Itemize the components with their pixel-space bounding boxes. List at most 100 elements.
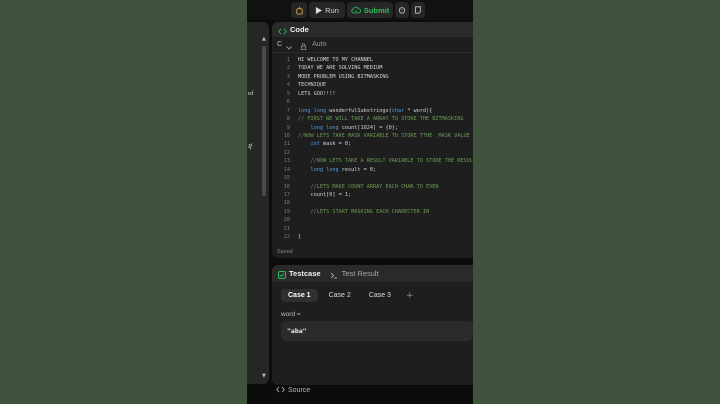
code-line[interactable]: 20 [272, 216, 473, 224]
submit-button[interactable]: Submit [347, 2, 393, 18]
description-fragment: If [248, 143, 252, 150]
line-number: 16 [283, 183, 290, 190]
line-number: 10 [283, 132, 290, 139]
testcase-header: Testcase Test Result [272, 265, 473, 282]
line-text: MODE PROBLEM USING BITMASKING [298, 73, 389, 80]
description-scrollbar[interactable]: ▲ ▼ [261, 36, 267, 381]
add-case-icon[interactable]: + [406, 291, 414, 301]
code-line[interactable]: 4 TECHNIQUE [272, 81, 473, 89]
code-line[interactable]: 15 [272, 174, 473, 182]
line-text: // FIRST WE WILL TAKE A ARRAY TO STORE T… [298, 116, 464, 123]
chevron-down-icon[interactable] [286, 35, 292, 54]
code-line[interactable]: 17 count[0] = 1; [272, 191, 473, 199]
submit-label: Submit [363, 5, 390, 15]
line-number: 8 [286, 116, 290, 123]
cloud-upload-icon [351, 6, 361, 14]
code-toolbar: C Auto [272, 37, 473, 53]
code-editor[interactable]: 1 HI WELCOME TO MY CHANNEL 2 TODAY WE ARE S… [272, 56, 473, 242]
scroll-down-icon[interactable]: ▼ [262, 373, 266, 379]
source-bar[interactable]: Source [276, 384, 310, 396]
code-line[interactable]: 21 [272, 225, 473, 233]
line-text: LETS GOO!!!! [298, 90, 336, 97]
line-number: 12 [283, 149, 290, 156]
line-number: 15 [283, 175, 290, 182]
line-number: 5 [286, 90, 290, 97]
code-brackets-icon [276, 386, 285, 395]
description-fragment: of [248, 90, 254, 97]
notes-button[interactable] [411, 2, 425, 18]
case-tab-3[interactable]: Case 3 [362, 289, 398, 302]
lock-icon [300, 35, 307, 54]
code-line[interactable]: 19 //LETS START MASKING EACH CHARECTER I… [272, 208, 473, 216]
play-icon [315, 6, 323, 14]
scroll-up-icon[interactable]: ▲ [262, 36, 266, 42]
code-line[interactable]: 22} [272, 233, 473, 241]
line-number: 18 [283, 200, 290, 207]
line-text: } [298, 234, 302, 241]
line-number: 9 [286, 124, 290, 131]
timer-button[interactable] [395, 2, 409, 18]
line-number: 6 [286, 99, 290, 106]
tab-test-result[interactable]: Test Result [342, 269, 379, 278]
line-number: 4 [286, 82, 290, 89]
line-number: 2 [286, 65, 290, 72]
code-panel: Code C Auto 1 HI WELCOME TO MY CHANNEL 2 TO… [272, 22, 473, 258]
line-text: //NOW LETS TAKE A RESULT VARIABLE TO STO… [298, 158, 473, 165]
line-text: long long result = 0; [310, 166, 377, 173]
code-line[interactable]: 8 // FIRST WE WILL TAKE A ARRAY TO STORE … [272, 115, 473, 123]
input-variable-label: word = [281, 311, 301, 318]
save-status: Saved [277, 249, 293, 255]
language-select[interactable]: C [277, 41, 282, 48]
line-text: HI WELCOME TO MY CHANNEL [298, 57, 373, 63]
scroll-thumb[interactable] [262, 46, 266, 196]
code-line[interactable]: 3 MODE PROBLEM USING BITMASKING [272, 73, 473, 81]
line-text: //LETS START MASKING EACH CHARECTER IN [298, 208, 430, 215]
line-number: 22 [283, 234, 290, 241]
code-line[interactable]: 11 int mask = 0; [272, 140, 473, 148]
source-label: Source [288, 386, 311, 394]
code-line[interactable]: 13 //NOW LETS TAKE A RESULT VARIABLE TO … [272, 157, 473, 165]
case-tab-2[interactable]: Case 2 [322, 289, 358, 302]
line-number: 20 [283, 217, 290, 224]
code-line[interactable]: 6 [272, 98, 473, 106]
run-button[interactable]: Run [309, 2, 345, 18]
terminal-icon [330, 265, 338, 283]
case-tab-1[interactable]: Case 1 [281, 289, 318, 302]
checkbox-icon [278, 265, 286, 283]
case-tabs: Case 1 Case 2 Case 3 + [281, 289, 414, 302]
input-value-field[interactable]: "aba" [281, 321, 473, 341]
alarm-clock-icon [398, 6, 406, 14]
line-text: //LETS MAKE COUNT ARRAY EACH CHAR TO EVE… [298, 183, 439, 190]
line-number: 17 [283, 192, 290, 198]
tab-testcase[interactable]: Testcase [289, 269, 321, 278]
line-number: 7 [286, 107, 290, 114]
auto-mode-label: Auto [312, 41, 327, 48]
line-text: //NOW LETS TAKE MASK VARIABLE TO STORE T… [298, 132, 470, 139]
line-text: TECHNIQUE [298, 82, 327, 89]
code-line[interactable]: 9 long long count[1024] = {0}; [272, 124, 473, 132]
run-label: Run [325, 5, 339, 15]
top-toolbar: Run Submit [247, 0, 473, 20]
code-line[interactable]: 2 TODAY WE ARE SOLVING MEDIUM [272, 64, 473, 72]
line-text: long long wonderfulSubstrings(char * wor… [298, 107, 433, 114]
line-number: 3 [286, 73, 290, 80]
bug-icon [295, 6, 304, 15]
testcase-panel: Testcase Test Result Case 1 Case 2 Case … [272, 265, 473, 385]
code-line[interactable]: 10 //NOW LETS TAKE MASK VARIABLE TO STORE… [272, 132, 473, 140]
code-line[interactable]: 5 LETS GOO!!!! [272, 90, 473, 98]
code-line[interactable]: 16 //LETS MAKE COUNT ARRAY EACH CHAR TO … [272, 183, 473, 191]
code-panel-title: Code [290, 25, 309, 34]
line-text: TODAY WE ARE SOLVING MEDIUM [298, 65, 383, 72]
line-number: 13 [283, 158, 290, 165]
code-line[interactable]: 18 [272, 199, 473, 207]
line-number: 11 [283, 141, 290, 148]
debug-button[interactable] [291, 2, 307, 18]
description-panel: of If ▲ ▼ [247, 22, 269, 384]
code-line[interactable]: 7 long long wonderfulSubstrings(char * wo… [272, 107, 473, 115]
line-number: 14 [283, 166, 290, 173]
code-line[interactable]: 12 [272, 149, 473, 157]
code-line[interactable]: 1 HI WELCOME TO MY CHANNEL [272, 56, 473, 64]
code-line[interactable]: 14 long long result = 0; [272, 166, 473, 174]
line-number: 19 [283, 208, 290, 215]
app-window: Run Submit of If ▲ ▼ Code C Auto 1 HI WE… [247, 0, 473, 404]
